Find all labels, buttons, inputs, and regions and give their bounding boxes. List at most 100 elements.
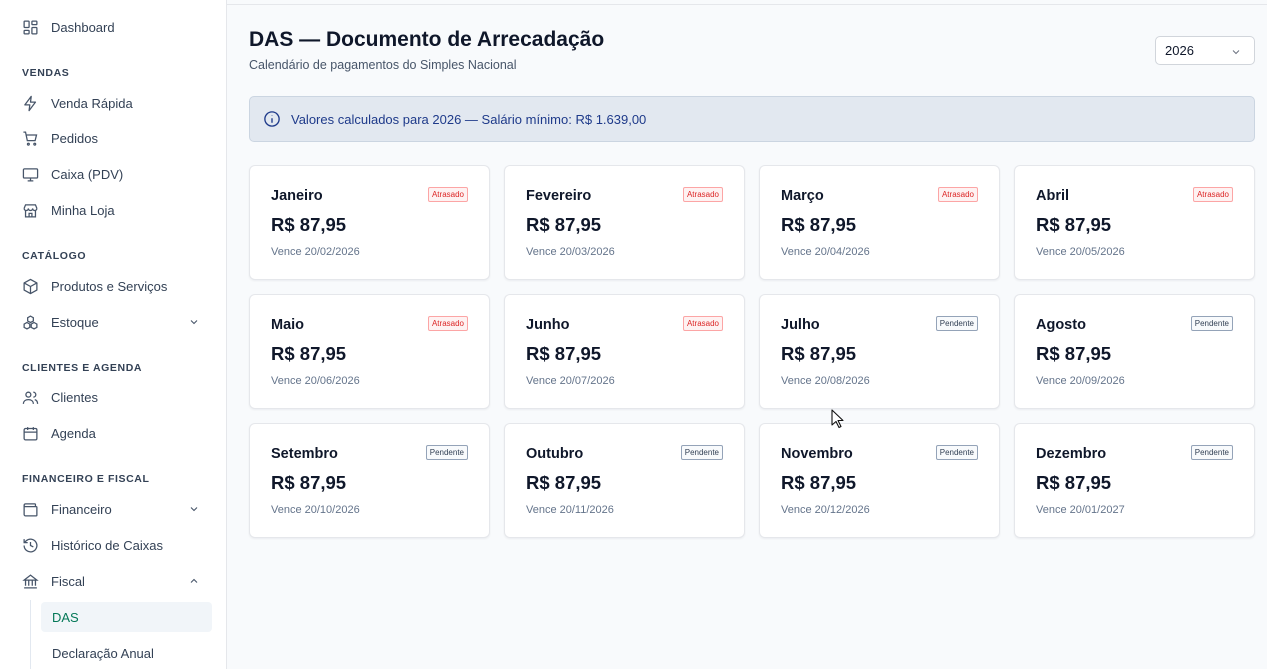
status-badge: Atrasado (427, 316, 468, 331)
das-month-card[interactable]: Janeiro Atrasado R$ 87,95 Vence 20/02/2026 (249, 165, 490, 280)
status-badge: Atrasado (937, 187, 978, 202)
chevron-down-icon[interactable] (188, 316, 200, 328)
calendar-icon (23, 426, 38, 441)
sidebar-item-label: Produtos e Serviços (51, 278, 168, 294)
das-amount: R$ 87,95 (271, 214, 347, 235)
das-month-card[interactable]: Março Atrasado R$ 87,95 Vence 20/04/2026 (759, 165, 1000, 280)
sidebar-item-estoque[interactable]: Estoque (22, 310, 212, 334)
sidebar-item-label: Dashboard (51, 19, 115, 35)
sidebar: Dashboard VENDAS Venda Rápida Pedidos Ca… (0, 0, 227, 669)
das-month-grid: Janeiro Atrasado R$ 87,95 Vence 20/02/2026 F… (249, 165, 1255, 538)
status-badge: Pendente (1190, 445, 1233, 460)
das-month-card[interactable]: Outubro Pendente R$ 87,95 Vence 20/11/2026 (504, 423, 745, 538)
info-banner: Valores calculados para 2026 — Salário m… (249, 96, 1255, 142)
status-badge: Atrasado (427, 187, 468, 202)
submenu-guide-line (30, 600, 31, 669)
boxes-icon (23, 314, 38, 330)
sidebar-item-minha-loja[interactable]: Minha Loja (22, 198, 212, 222)
store-icon (23, 203, 38, 218)
sidebar-item-caixa-pdv[interactable]: Caixa (PDV) (22, 162, 212, 186)
sidebar-item-financeiro[interactable]: Financeiro (22, 497, 212, 521)
sidebar-item-label: Clientes (51, 389, 98, 405)
das-amount: R$ 87,95 (526, 472, 602, 493)
das-month-card[interactable]: Novembro Pendente R$ 87,95 Vence 20/12/2026 (759, 423, 1000, 538)
sidebar-item-label: Estoque (51, 314, 99, 330)
status-badge: Pendente (680, 445, 723, 460)
status-badge: Atrasado (682, 316, 723, 331)
das-month-card[interactable]: Fevereiro Atrasado R$ 87,95 Vence 20/03/202… (504, 165, 745, 280)
due-date: Vence 20/02/2026 (271, 246, 360, 258)
month-name: Janeiro (271, 188, 323, 204)
due-date: Vence 20/10/2026 (271, 504, 360, 516)
status-badge: Atrasado (1192, 187, 1233, 202)
info-banner-text: Valores calculados para 2026 — Salário m… (291, 111, 647, 127)
sidebar-item-historico-caixas[interactable]: Histórico de Caixas (22, 533, 212, 557)
das-amount: R$ 87,95 (271, 343, 347, 364)
das-month-card[interactable]: Agosto Pendente R$ 87,95 Vence 20/09/2026 (1014, 294, 1255, 409)
section-label-catalogo: CATÁLOGO (22, 250, 87, 262)
month-name: Setembro (271, 446, 338, 462)
section-label-vendas: VENDAS (22, 67, 70, 79)
das-amount: R$ 87,95 (781, 472, 857, 493)
das-amount: R$ 87,95 (271, 472, 347, 493)
history-icon (23, 538, 38, 553)
year-select[interactable]: 2026 (1155, 36, 1255, 65)
das-amount: R$ 87,95 (1036, 472, 1112, 493)
month-name: Dezembro (1036, 446, 1107, 462)
due-date: Vence 20/07/2026 (526, 375, 615, 387)
das-month-card[interactable]: Maio Atrasado R$ 87,95 Vence 20/06/2026 (249, 294, 490, 409)
month-name: Agosto (1036, 317, 1086, 333)
chevron-down-icon[interactable] (188, 503, 200, 515)
sidebar-item-produtos-servicos[interactable]: Produtos e Serviços (22, 274, 212, 298)
sidebar-item-label: Agenda (51, 425, 96, 441)
due-date: Vence 20/09/2026 (1036, 375, 1125, 387)
due-date: Vence 20/04/2026 (781, 246, 870, 258)
sidebar-item-venda-rapida[interactable]: Venda Rápida (22, 91, 212, 115)
status-badge: Pendente (425, 445, 468, 460)
das-amount: R$ 87,95 (1036, 214, 1112, 235)
sidebar-item-pedidos[interactable]: Pedidos (22, 126, 212, 150)
das-amount: R$ 87,95 (781, 214, 857, 235)
users-icon (22, 391, 39, 404)
das-month-card[interactable]: Abril Atrasado R$ 87,95 Vence 20/05/2026 (1014, 165, 1255, 280)
due-date: Vence 20/08/2026 (781, 375, 870, 387)
section-label-financeiro-fiscal: FINANCEIRO E FISCAL (22, 473, 150, 485)
chevron-up-icon[interactable] (188, 575, 200, 587)
sidebar-item-label: Minha Loja (51, 202, 115, 218)
month-name: Maio (271, 317, 305, 333)
status-badge: Pendente (935, 316, 978, 331)
due-date: Vence 20/05/2026 (1036, 246, 1125, 258)
due-date: Vence 20/06/2026 (271, 375, 360, 387)
sidebar-item-label: Caixa (PDV) (51, 166, 124, 182)
sidebar-subitem-das[interactable]: DAS (41, 602, 212, 632)
sidebar-item-fiscal[interactable]: Fiscal (22, 569, 212, 593)
status-badge: Pendente (1190, 316, 1233, 331)
status-badge: Pendente (935, 445, 978, 460)
das-month-card[interactable]: Junho Atrasado R$ 87,95 Vence 20/07/2026 (504, 294, 745, 409)
due-date: Vence 20/03/2026 (526, 246, 615, 258)
sidebar-item-clientes[interactable]: Clientes (22, 385, 212, 409)
monitor-icon (22, 167, 39, 182)
month-name: Abril (1036, 188, 1070, 204)
top-divider (227, 4, 1267, 5)
sidebar-subitem-declaracao-anual[interactable]: Declaração Anual (41, 638, 212, 668)
sidebar-item-agenda[interactable]: Agenda (22, 421, 212, 445)
sidebar-item-label: Histórico de Caixas (51, 537, 163, 553)
das-amount: R$ 87,95 (1036, 343, 1112, 364)
chevron-down-icon (1232, 50, 1240, 55)
year-select-value: 2026 (1165, 43, 1194, 58)
due-date: Vence 20/11/2026 (526, 504, 614, 516)
mouse-cursor-icon (831, 409, 844, 429)
das-month-card[interactable]: Setembro Pendente R$ 87,95 Vence 20/10/2026 (249, 423, 490, 538)
dashboard-icon (23, 19, 38, 35)
cart-icon (23, 130, 38, 146)
das-month-card[interactable]: Dezembro Pendente R$ 87,95 Vence 20/01/2027 (1014, 423, 1255, 538)
month-name: Fevereiro (526, 188, 592, 204)
page-subtitle: Calendário de pagamentos do Simples Naci… (249, 58, 517, 72)
sidebar-item-label: Fiscal (51, 573, 85, 589)
das-amount: R$ 87,95 (526, 343, 602, 364)
due-date: Vence 20/12/2026 (781, 504, 870, 516)
month-name: Março (781, 188, 824, 204)
das-month-card[interactable]: Julho Pendente R$ 87,95 Vence 20/08/2026 (759, 294, 1000, 409)
sidebar-item-dashboard[interactable]: Dashboard (22, 15, 212, 39)
